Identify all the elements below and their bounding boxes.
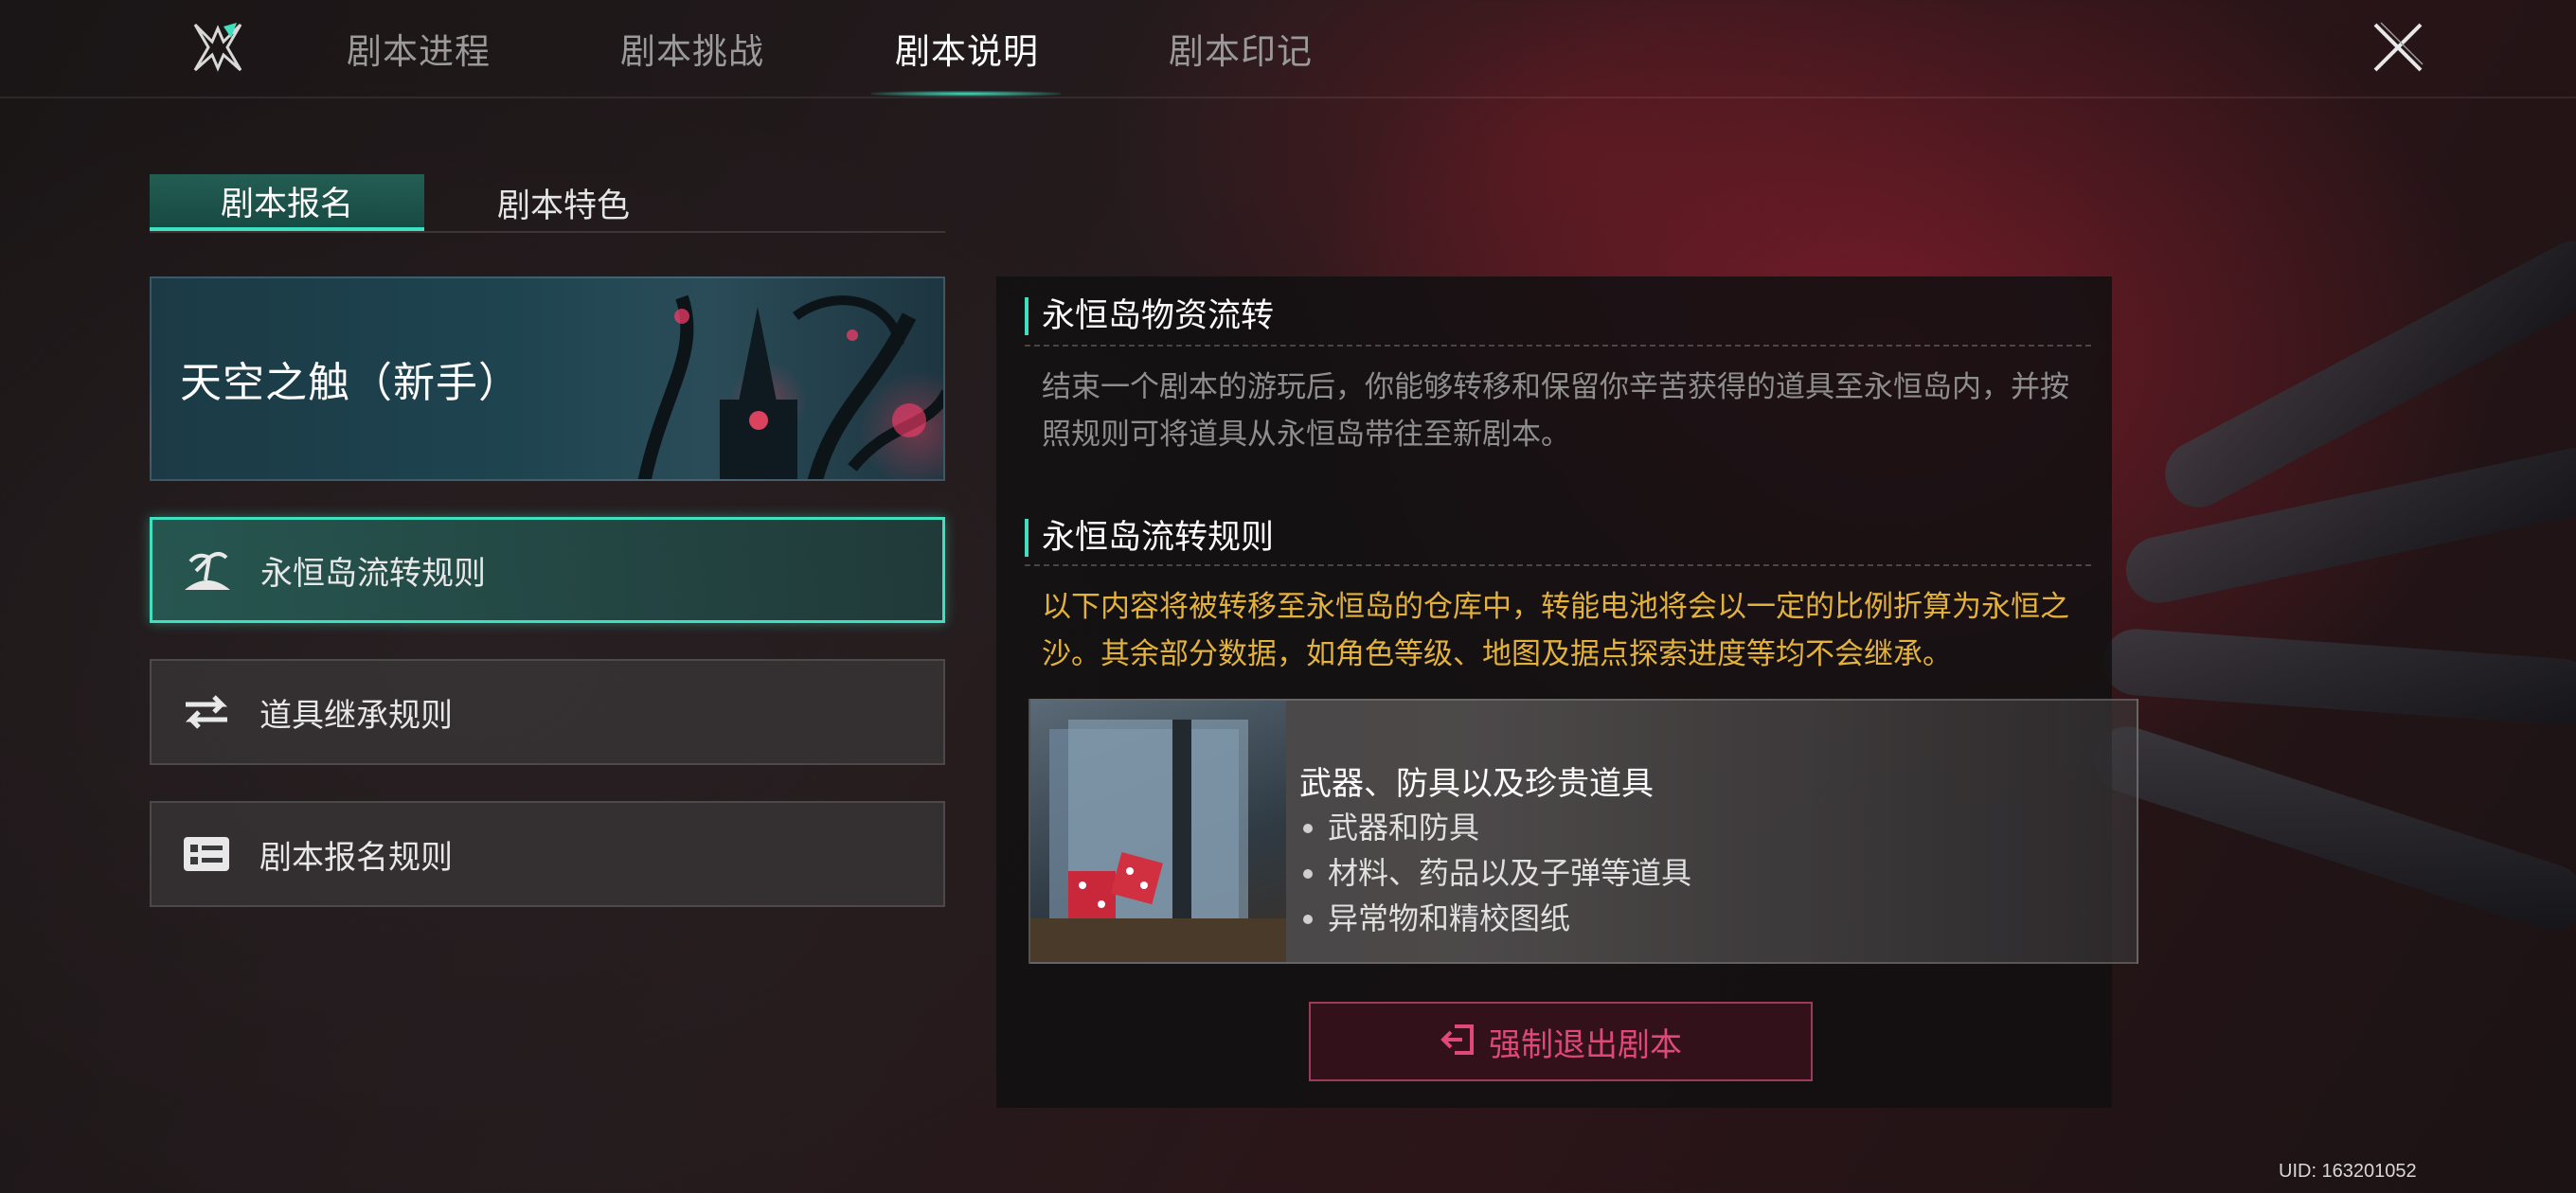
sub-tab-bar: 剧本报名 剧本特色: [150, 174, 945, 233]
list-item: 武器和防具: [1299, 805, 1691, 850]
section-title: 永恒岛流转规则: [1025, 519, 1274, 557]
banner-title: 天空之触（新手）: [180, 359, 521, 407]
inherited-items-list: 武器和防具 材料、药品以及子弹等道具 异常物和精校图纸: [1299, 805, 1691, 941]
menu-item-registration-rules[interactable]: 剧本报名规则: [150, 801, 945, 907]
active-tab-indicator: [871, 91, 1061, 97]
card-title: 武器、防具以及珍贵道具: [1299, 765, 1654, 803]
section-title: 永恒岛物资流转: [1025, 297, 1274, 335]
id-card-icon: [178, 830, 235, 878]
exit-icon: [1440, 1023, 1477, 1060]
section-description: 结束一个剧本的游玩后，你能够转移和保留你辛苦获得的道具至永恒岛内，并按照规则可将…: [1042, 370, 2069, 452]
tab-script-marks[interactable]: 剧本印记: [1169, 23, 1313, 76]
menu-item-item-inherit-rules[interactable]: 道具继承规则: [150, 659, 945, 765]
island-icon: [179, 546, 236, 594]
items-illustration: [1030, 701, 1286, 962]
subtab-registration[interactable]: 剧本报名: [150, 174, 424, 231]
list-item: 材料、药品以及子弹等道具: [1299, 850, 1691, 896]
menu-item-island-rules[interactable]: 永恒岛流转规则: [150, 517, 945, 623]
transfer-arrows-icon: [178, 688, 235, 736]
inherited-items-card: 武器、防具以及珍贵道具 武器和防具 材料、药品以及子弹等道具 异常物和精校图纸: [1029, 699, 2138, 964]
menu-item-label: 剧本报名规则: [259, 838, 453, 877]
script-banner[interactable]: 天空之触（新手）: [150, 276, 945, 481]
close-icon[interactable]: [2368, 17, 2428, 78]
menu-item-label: 道具继承规则: [259, 696, 453, 735]
background-claw: [2085, 718, 2576, 939]
top-nav-bar: 剧本进程 剧本挑战 剧本说明 剧本印记: [0, 0, 2576, 98]
exit-button-label: 强制退出剧本: [1489, 1025, 1682, 1064]
tab-script-explanation[interactable]: 剧本说明: [895, 23, 1039, 76]
subtab-features[interactable]: 剧本特色: [426, 174, 701, 231]
tab-script-progress[interactable]: 剧本进程: [347, 23, 491, 76]
background-claw: [2101, 626, 2576, 728]
list-item: 异常物和精校图纸: [1299, 896, 1691, 941]
tab-script-challenge[interactable]: 剧本挑战: [620, 23, 764, 76]
section-warning-text: 以下内容将被转移至永恒岛的仓库中，转能电池将会以一定的比例折算为永恒之沙。其余部…: [1042, 590, 2069, 671]
game-logo-icon[interactable]: [189, 19, 246, 76]
user-id-label: UID: 163201052: [2279, 1161, 2417, 1182]
rules-panel: 永恒岛物资流转 结束一个剧本的游玩后，你能够转移和保留你辛苦获得的道具至永恒岛内…: [996, 276, 2138, 1108]
menu-item-label: 永恒岛流转规则: [260, 554, 486, 593]
section-divider: [1025, 564, 2091, 566]
section-divider: [1025, 345, 2091, 347]
force-exit-script-button[interactable]: 强制退出剧本: [1309, 1002, 1813, 1081]
